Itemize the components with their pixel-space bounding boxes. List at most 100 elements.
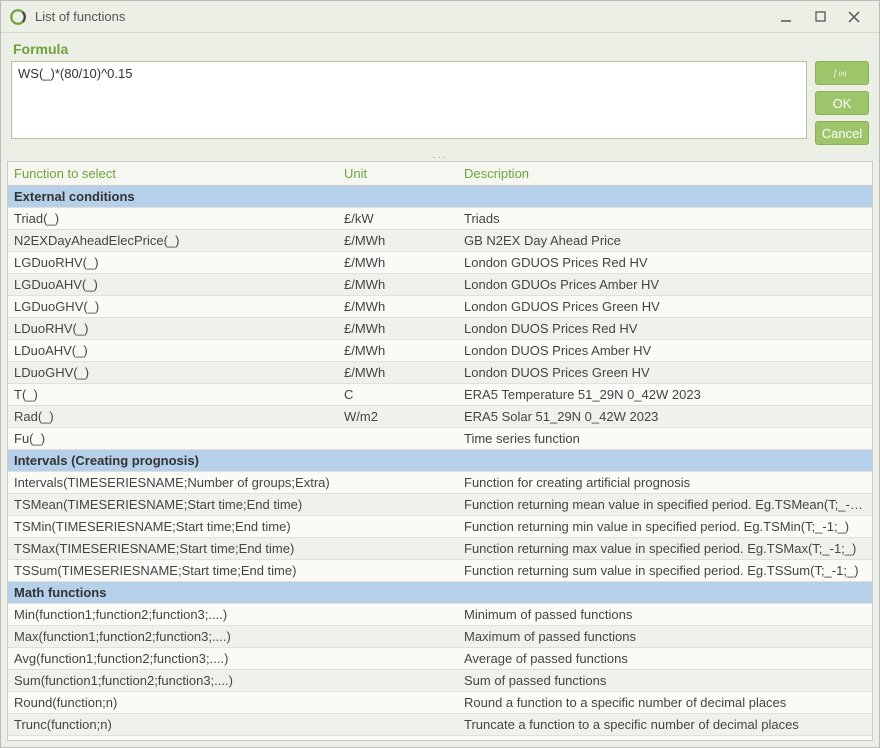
cell-unit: £/MWh (338, 340, 458, 362)
button-column: f(x) OK Cancel (815, 61, 869, 145)
table-row[interactable]: Triad(_)£/kWTriads (8, 208, 872, 230)
cell-unit (338, 670, 458, 692)
header-unit[interactable]: Unit (338, 162, 458, 186)
section-header: External conditions (8, 186, 872, 208)
cell-desc: If expression is true, the function retu… (458, 736, 872, 741)
cell-func: Sum(function1;function2;function3;....) (8, 670, 338, 692)
cell-unit (338, 626, 458, 648)
table-row[interactable]: TSMin(TIMESERIESNAME;Start time;End time… (8, 516, 872, 538)
table-row[interactable]: LGDuoAHV(_)£/MWhLondon GDUOs Prices Ambe… (8, 274, 872, 296)
table-row[interactable]: LGDuoGHV(_)£/MWhLondon GDUOS Prices Gree… (8, 296, 872, 318)
cell-desc: Round a function to a specific number of… (458, 692, 872, 714)
section-label: Math functions (8, 582, 872, 604)
cell-unit (338, 604, 458, 626)
window: List of functions Formula WS(_)*(80/10)^… (0, 0, 880, 748)
cell-func: Triad(_) (8, 208, 338, 230)
cell-unit (338, 692, 458, 714)
function-table: Function to select Unit Description Exte… (8, 162, 872, 740)
cell-func: Intervals(TIMESERIESNAME;Number of group… (8, 472, 338, 494)
section-header: Math functions (8, 582, 872, 604)
cell-func: T(_) (8, 384, 338, 406)
cell-unit: £/MWh (338, 362, 458, 384)
cell-desc: London GDUOs Prices Amber HV (458, 274, 872, 296)
cell-desc: ERA5 Solar 51_29N 0_42W 2023 (458, 406, 872, 428)
cell-func: Avg(function1;function2;function3;....) (8, 648, 338, 670)
ok-button[interactable]: OK (815, 91, 869, 115)
header-description[interactable]: Description (458, 162, 872, 186)
cell-func: TSSum(TIMESERIESNAME;Start time;End time… (8, 560, 338, 582)
table-row[interactable]: TSSum(TIMESERIESNAME;Start time;End time… (8, 560, 872, 582)
cell-func: TSMin(TIMESERIESNAME;Start time;End time… (8, 516, 338, 538)
svg-text:f: f (834, 69, 838, 78)
cell-func: LDuoGHV(_) (8, 362, 338, 384)
cell-desc: Function returning mean value in specifi… (458, 494, 872, 516)
table-row[interactable]: LGDuoRHV(_)£/MWhLondon GDUOS Prices Red … (8, 252, 872, 274)
cell-desc: Triads (458, 208, 872, 230)
fx-button[interactable]: f(x) (815, 61, 869, 85)
table-row[interactable]: LDuoAHV(_)£/MWhLondon DUOS Prices Amber … (8, 340, 872, 362)
cell-unit: £/MWh (338, 318, 458, 340)
cell-func: If(expression;x;y) (8, 736, 338, 741)
formula-label: Formula (1, 33, 879, 61)
table-row[interactable]: Sum(function1;function2;function3;....)S… (8, 670, 872, 692)
table-row[interactable]: Rad(_)W/m2ERA5 Solar 51_29N 0_42W 2023 (8, 406, 872, 428)
maximize-button[interactable] (803, 6, 837, 28)
splitter-handle[interactable]: ... (1, 151, 879, 161)
table-row[interactable]: TSMean(TIMESERIESNAME;Start time;End tim… (8, 494, 872, 516)
app-icon (9, 8, 27, 26)
cell-desc: London DUOS Prices Amber HV (458, 340, 872, 362)
cell-unit (338, 538, 458, 560)
header-function[interactable]: Function to select (8, 162, 338, 186)
cell-func: Trunc(function;n) (8, 714, 338, 736)
cancel-button[interactable]: Cancel (815, 121, 869, 145)
table-row[interactable]: N2EXDayAheadElecPrice(_)£/MWhGB N2EX Day… (8, 230, 872, 252)
table-row[interactable]: Min(function1;function2;function3;....)M… (8, 604, 872, 626)
formula-input[interactable]: WS(_)*(80/10)^0.15 (11, 61, 807, 139)
cell-unit (338, 714, 458, 736)
cell-func: N2EXDayAheadElecPrice(_) (8, 230, 338, 252)
cell-desc: Function for creating artificial prognos… (458, 472, 872, 494)
cell-desc: Minimum of passed functions (458, 604, 872, 626)
cell-unit: C (338, 384, 458, 406)
cell-func: LGDuoRHV(_) (8, 252, 338, 274)
cell-desc: Function returning min value in specifie… (458, 516, 872, 538)
cell-desc: London GDUOS Prices Red HV (458, 252, 872, 274)
table-row[interactable]: Avg(function1;function2;function3;....) A… (8, 648, 872, 670)
cell-func: LDuoRHV(_) (8, 318, 338, 340)
function-table-scroll[interactable]: Function to select Unit Description Exte… (8, 162, 872, 740)
table-row[interactable]: Max(function1;function2;function3;....)M… (8, 626, 872, 648)
cell-desc: Average of passed functions (458, 648, 872, 670)
cell-unit: £/MWh (338, 230, 458, 252)
table-row[interactable]: Fu(_)Time series function (8, 428, 872, 450)
svg-text:(x): (x) (839, 71, 847, 78)
cell-unit: £/MWh (338, 274, 458, 296)
cell-desc: ERA5 Temperature 51_29N 0_42W 2023 (458, 384, 872, 406)
cell-unit (338, 472, 458, 494)
close-button[interactable] (837, 6, 871, 28)
table-row[interactable]: LDuoGHV(_)£/MWhLondon DUOS Prices Green … (8, 362, 872, 384)
cell-desc: Function returning sum value in specifie… (458, 560, 872, 582)
section-header: Intervals (Creating prognosis) (8, 450, 872, 472)
cell-desc: London DUOS Prices Red HV (458, 318, 872, 340)
cell-unit: £/kW (338, 208, 458, 230)
table-row[interactable]: Intervals(TIMESERIESNAME;Number of group… (8, 472, 872, 494)
table-row[interactable]: Round(function;n)Round a function to a s… (8, 692, 872, 714)
formula-row: WS(_)*(80/10)^0.15 f(x) OK Cancel (1, 61, 879, 151)
minimize-button[interactable] (769, 6, 803, 28)
cell-desc: GB N2EX Day Ahead Price (458, 230, 872, 252)
cell-func: Fu(_) (8, 428, 338, 450)
cell-func: TSMean(TIMESERIESNAME;Start time;End tim… (8, 494, 338, 516)
function-table-container: Function to select Unit Description Exte… (7, 161, 873, 741)
table-row[interactable]: T(_)CERA5 Temperature 51_29N 0_42W 2023 (8, 384, 872, 406)
table-row[interactable]: TSMax(TIMESERIESNAME;Start time;End time… (8, 538, 872, 560)
table-row[interactable]: If(expression;x;y) If expression is true,… (8, 736, 872, 741)
cell-desc: London DUOS Prices Green HV (458, 362, 872, 384)
table-row[interactable]: LDuoRHV(_)£/MWhLondon DUOS Prices Red HV (8, 318, 872, 340)
cell-func: LGDuoAHV(_) (8, 274, 338, 296)
cell-desc: Function returning max value in specifie… (458, 538, 872, 560)
section-label: External conditions (8, 186, 872, 208)
cell-unit: £/MWh (338, 252, 458, 274)
cell-unit: £/MWh (338, 296, 458, 318)
cell-unit (338, 648, 458, 670)
table-row[interactable]: Trunc(function;n)Truncate a function to … (8, 714, 872, 736)
